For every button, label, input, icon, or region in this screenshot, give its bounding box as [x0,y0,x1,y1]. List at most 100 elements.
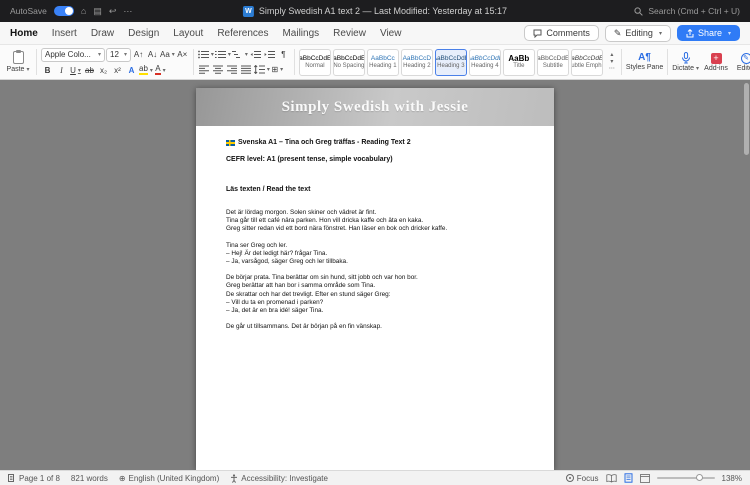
multilevel-list-button[interactable] [231,48,248,61]
shrink-font-button[interactable]: A↓ [146,48,159,61]
tab-design[interactable]: Design [128,28,159,39]
text-line[interactable]: Tina ser Greg och ler. [226,242,524,250]
grow-font-button[interactable]: A↑ [132,48,145,61]
bullet-list-button[interactable] [197,48,214,61]
addins-button[interactable]: + Add-ins [703,52,729,72]
word-count-indicator[interactable]: 821 words [71,474,108,483]
tab-view[interactable]: View [380,28,402,39]
language-indicator[interactable]: ⊕ English (United Kingdom) [119,474,219,483]
vertical-scrollbar-thumb[interactable] [744,83,749,155]
accessibility-indicator[interactable]: Accessibility: Investigate [230,474,328,483]
share-icon [686,28,694,38]
zoom-slider-knob[interactable] [695,474,703,481]
highlight-color-button[interactable]: ab [139,64,153,77]
text-line[interactable]: Det är lördag morgon. Solen skiner och v… [226,209,524,217]
zoom-slider[interactable] [656,474,715,481]
tab-draw[interactable]: Draw [91,28,114,39]
tab-review[interactable]: Review [333,28,366,39]
share-button[interactable]: Share [676,25,740,41]
align-center-button[interactable] [212,63,225,76]
borders-button[interactable]: ⊞ [271,63,284,76]
document-page[interactable]: Simply Swedish with Jessie Svenska A1 – … [196,88,554,470]
read-mode-button[interactable] [605,473,617,483]
dictate-button[interactable]: Dictate [672,52,699,72]
superscript-button[interactable]: x² [111,64,124,77]
tab-layout[interactable]: Layout [173,28,203,39]
style-heading-3[interactable]: AaBbCcDdEHeading 3 [434,48,467,76]
font-size-select[interactable]: 12 [106,47,131,62]
tab-home[interactable]: Home [10,28,38,39]
clear-formatting-button[interactable]: A× [176,48,189,61]
editing-mode-button[interactable]: ✎ Editing [604,24,671,42]
paste-button[interactable]: Paste [4,50,32,73]
styles-pane-icon: A¶ [638,52,651,63]
decrease-indent-button[interactable] [249,48,262,61]
gallery-expand-icon[interactable]: ⋯ [607,66,617,73]
home-icon[interactable]: ⌂ [81,6,86,16]
search-icon [634,6,644,16]
font-name-select[interactable]: Apple Colo... [41,47,105,62]
style-title[interactable]: AaBb Title [502,48,535,76]
titlebar-search[interactable]: Search (Cmd + Ctrl + U) [634,6,740,16]
underline-button[interactable]: U [69,64,82,77]
quick-access-more-icon[interactable]: ⋯ [123,6,132,17]
paragraph-group: ¶ ⊞ [197,48,290,76]
strikethrough-button[interactable]: ab [83,64,96,77]
document-title-line[interactable]: Svenska A1 – Tina och Greg träffas - Rea… [226,139,524,147]
tab-references[interactable]: References [217,28,268,39]
window-title: Simply Swedish A1 text 2 — Last Modified… [258,6,508,16]
text-line[interactable]: Tina går till ett café nära parken. Hon … [226,217,524,225]
show-paragraph-marks-button[interactable]: ¶ [277,48,290,61]
style-subtitle[interactable]: AaBbCcDdEeSubtitle [536,48,569,76]
document-instruction-line[interactable]: Läs texten / Read the text [226,186,524,194]
web-layout-button[interactable] [639,473,650,483]
text-line[interactable]: – Hej! Är det ledigt här? frågar Tina. [226,250,524,258]
text-line[interactable]: Greg sitter redan vid ett bord nära föns… [226,225,524,233]
document-body[interactable]: Svenska A1 – Tina och Greg träffas - Rea… [196,126,554,331]
style-heading-2[interactable]: AaBbCcD Heading 2 [400,48,433,76]
style-no-spacing[interactable]: AaBbCcDdEeNo Spacing [332,48,365,76]
page-count-indicator[interactable]: Page 1 of 8 [8,473,60,483]
document-level-line[interactable]: CEFR level: A1 (present tense, simple vo… [226,156,524,164]
styles-pane-button[interactable]: A¶ Styles Pane [626,52,663,72]
align-right-button[interactable] [226,63,239,76]
editor-button[interactable]: ✎ Editor [733,52,750,72]
style-heading-4[interactable]: AaBbCcDdEHeading 4 [468,48,501,76]
gallery-down-icon[interactable]: ▾ [607,59,617,66]
font-color-button[interactable]: A [154,64,167,77]
text-line[interactable]: Greg berättar att han bor i samma område… [226,282,524,290]
gallery-up-icon[interactable]: ▴ [607,52,617,59]
justify-button[interactable] [240,63,253,76]
subscript-button[interactable]: x₂ [97,64,110,77]
change-case-button[interactable]: Aa [160,48,175,61]
undo-icon[interactable]: ↩ [109,6,117,17]
text-line[interactable]: – Vill du ta en promenad i parken? [226,299,524,307]
align-center-icon [213,65,224,74]
style-heading-1[interactable]: AaBbCc Heading 1 [366,48,399,76]
text-effects-button[interactable]: A [125,64,138,77]
tab-mailings[interactable]: Mailings [282,28,319,39]
text-line[interactable]: De skrattar och har det trevligt. Efter … [226,291,524,299]
comment-icon [533,29,542,38]
focus-toggle[interactable]: Focus [565,474,599,483]
style-subtle-emph-[interactable]: AaBbCcDdEeSubtle Emph... [570,48,603,76]
style-normal[interactable]: AaBbCcDdEeNormal [298,48,331,76]
bold-button[interactable]: B [41,64,54,77]
zoom-percentage[interactable]: 138% [722,474,742,483]
save-icon[interactable]: ▤ [93,6,102,17]
text-line[interactable]: De går ut tillsammans. Det är början på … [226,323,524,331]
tab-insert[interactable]: Insert [52,28,77,39]
increase-indent-icon [264,50,275,59]
numbered-list-button[interactable] [214,48,231,61]
align-left-button[interactable] [198,63,211,76]
text-line[interactable]: – Ja, det är en bra idé! säger Tina. [226,307,524,315]
print-layout-button[interactable] [624,473,633,483]
italic-button[interactable]: I [55,64,68,77]
text-line[interactable]: – Ja, varsågod, säger Greg och ler tillb… [226,258,524,266]
swedish-flag-icon [226,140,235,146]
autosave-toggle[interactable] [53,6,74,16]
comments-button[interactable]: Comments [524,25,599,41]
line-spacing-button[interactable] [253,63,270,76]
increase-indent-button[interactable] [263,48,276,61]
window-title-area: W Simply Swedish A1 text 2 — Last Modifi… [242,5,508,17]
